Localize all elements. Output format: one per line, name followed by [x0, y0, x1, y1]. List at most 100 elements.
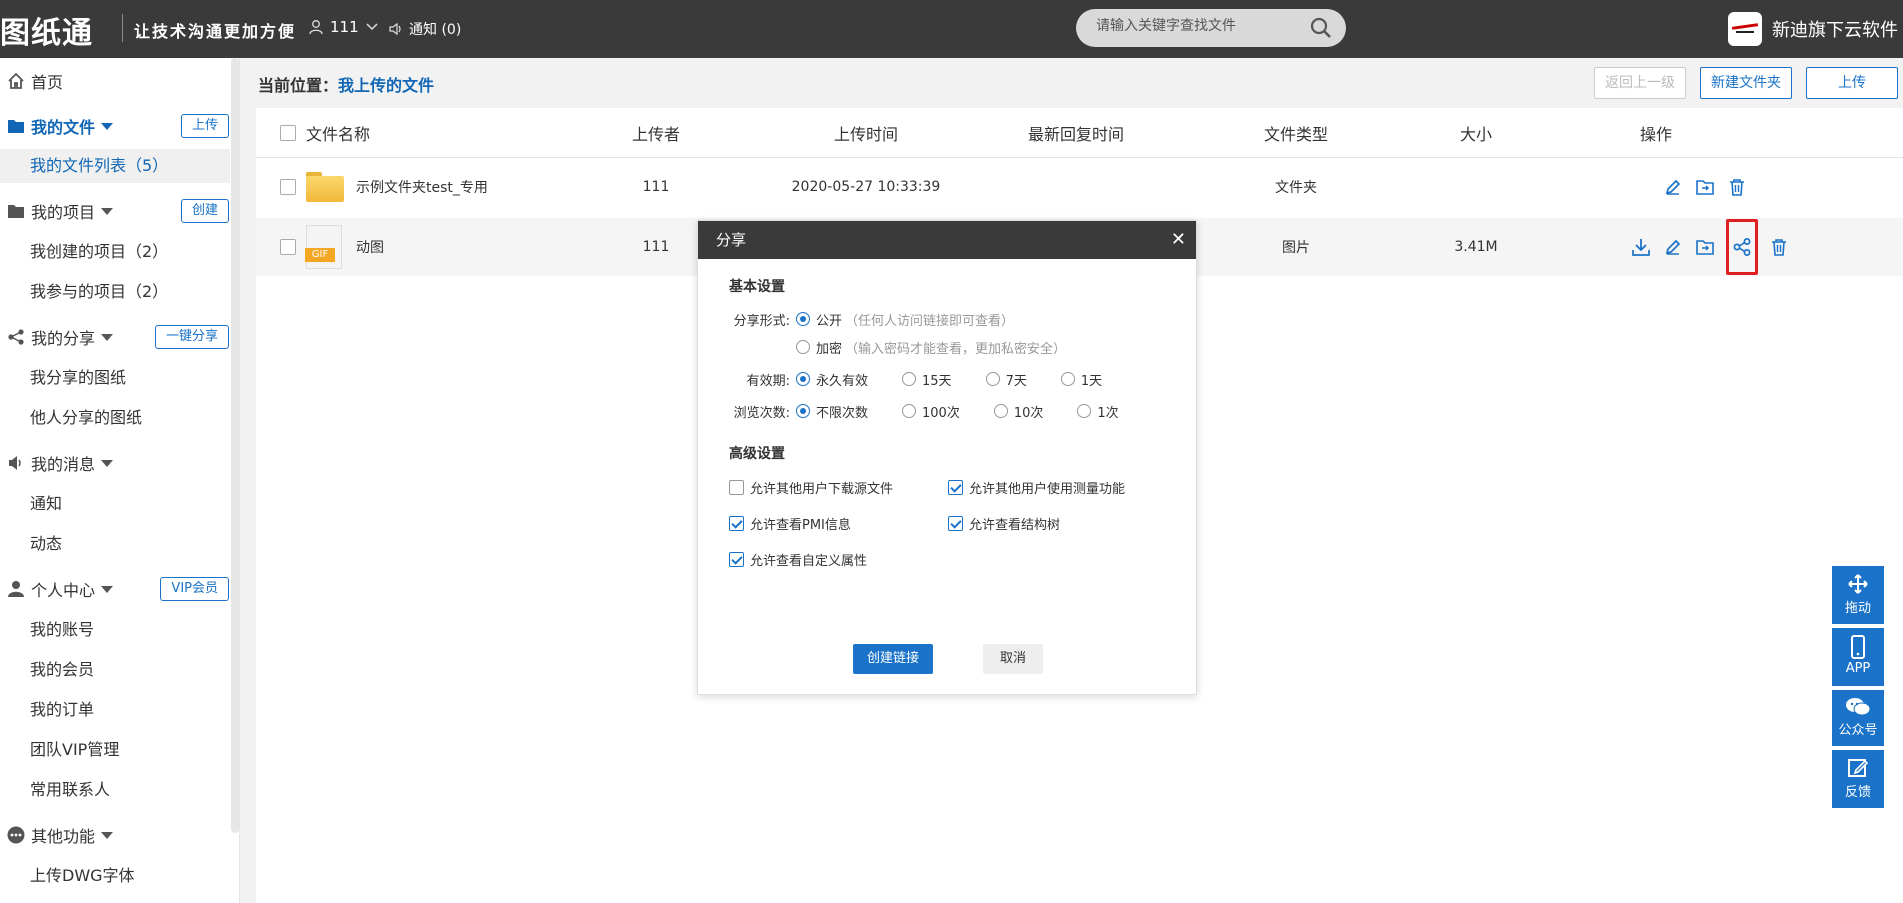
column-header[interactable]: 大小 [1416, 108, 1536, 157]
sidebar-create-button[interactable]: 创建 [180, 199, 229, 223]
radio-public[interactable]: 公开 （任何人访问链接即可查看） [796, 310, 1014, 329]
sidebar-item-team-vip[interactable]: 团队VIP管理 [0, 733, 230, 767]
notice-link[interactable]: 通知 (0) [388, 19, 461, 39]
sidebar-item-others-shared[interactable]: 他人分享的图纸 [0, 401, 230, 435]
close-icon[interactable]: ✕ [1171, 221, 1186, 259]
delete-icon[interactable] [1768, 236, 1790, 258]
checkbox-allow-custom-props[interactable]: 允许查看自定义属性 [729, 550, 867, 569]
file-name[interactable]: 动图 [356, 218, 384, 276]
float-wechat[interactable]: 公众号 [1832, 690, 1884, 746]
radio-views-unlimited[interactable]: 不限次数 [796, 402, 868, 421]
caret-down-icon [101, 459, 114, 467]
sidebar-item-my-shared[interactable]: 我分享的图纸 [0, 361, 230, 395]
file-name[interactable]: 示例文件夹test_专用 [356, 158, 488, 216]
checkbox-allow-measure[interactable]: 允许其他用户使用测量功能 [948, 478, 1125, 497]
new-folder-button[interactable]: 新建文件夹 [1700, 67, 1792, 99]
sidebar-item-account[interactable]: 我的账号 [0, 613, 230, 647]
back-button[interactable]: 返回上一级 [1594, 67, 1686, 99]
column-header[interactable]: 最新回复时间 [996, 108, 1156, 157]
sidebar-item-activity[interactable]: 动态 [0, 527, 230, 561]
row-checkbox[interactable] [280, 218, 296, 276]
move-icon[interactable] [1694, 176, 1716, 198]
wechat-icon [1846, 698, 1871, 716]
user-menu[interactable]: 111 [308, 18, 379, 36]
sidebar-item-contacts[interactable]: 常用联系人 [0, 773, 230, 807]
float-app[interactable]: APP [1832, 628, 1884, 686]
sidebar-item-other-functions[interactable]: 其他功能 [0, 820, 230, 850]
sidebar-item-orders[interactable]: 我的订单 [0, 693, 230, 727]
sidebar-item-notice[interactable]: 通知 [0, 487, 230, 521]
search-input[interactable] [1096, 18, 1296, 34]
move-arrows-icon [1848, 574, 1868, 594]
breadcrumb: 当前位置：我上传的文件 [258, 72, 434, 96]
sidebar-item-joined-projects[interactable]: 我参与的项目（2） [0, 275, 230, 309]
upload-button[interactable]: 上传 [1806, 67, 1898, 99]
radio-validity-15[interactable]: 15天 [902, 370, 952, 389]
sidebar-item-created-projects[interactable]: 我创建的项目（2） [0, 235, 230, 269]
sidebar-item-my-messages[interactable]: 我的消息 [0, 448, 230, 478]
float-drag[interactable]: 拖动 [1832, 566, 1884, 624]
cancel-button[interactable]: 取消 [983, 644, 1043, 674]
sidebar-item-file-list[interactable]: 我的文件列表（5） [0, 149, 230, 183]
notice-label: 通知 (0) [409, 22, 462, 38]
sidebar-quick-share-button[interactable]: 一键分享 [154, 325, 229, 349]
radio-label: 不限次数 [816, 405, 869, 421]
basic-settings-title: 基本设置 [729, 279, 785, 295]
chevron-down-icon [366, 23, 378, 31]
edit-icon[interactable] [1662, 176, 1684, 198]
column-header[interactable]: 文件类型 [1216, 108, 1376, 157]
logo-divider [122, 14, 123, 42]
radio-validity-permanent[interactable]: 永久有效 [796, 370, 868, 389]
float-label: 拖动 [1844, 601, 1871, 616]
search-box [1076, 9, 1346, 47]
sidebar-upload-button[interactable]: 上传 [180, 114, 229, 138]
float-feedback[interactable]: 反馈 [1832, 750, 1884, 808]
column-header[interactable]: 上传者 [606, 108, 706, 157]
brand-link[interactable]: 新迪旗下云软件 [1728, 12, 1898, 46]
move-icon[interactable] [1694, 236, 1716, 258]
checkbox-allow-tree[interactable]: 允许查看结构树 [948, 514, 1060, 533]
search-icon[interactable] [1310, 17, 1332, 39]
radio-validity-7[interactable]: 7天 [985, 370, 1027, 389]
checkbox-label: 允许查看自定义属性 [750, 554, 868, 569]
download-icon[interactable] [1630, 236, 1652, 258]
share-dialog: 分享 ✕ 基本设置 分享形式: 公开 （任何人访问链接即可查看） 加密 （输入密码才… [697, 220, 1197, 695]
radio-views-1[interactable]: 1次 [1077, 402, 1119, 421]
radio-views-10[interactable]: 10次 [993, 402, 1043, 421]
radio-views-100[interactable]: 100次 [902, 402, 960, 421]
sidebar: 首页 我的文件 上传 我的文件列表（5） 我的项目 创建 我创建的项目（2） 我… [0, 58, 240, 903]
column-header[interactable]: 文件名称 [306, 108, 370, 157]
checkbox-label: 允许其他用户下载源文件 [750, 482, 894, 497]
breadcrumb-current[interactable]: 我上传的文件 [338, 76, 434, 95]
slogan: 让技术沟通更加方便 [134, 22, 297, 41]
sidebar-item-membership[interactable]: 我的会员 [0, 653, 230, 687]
sidebar-scrollbar[interactable] [231, 58, 239, 833]
more-icon [5, 824, 27, 846]
advanced-settings-title: 高级设置 [729, 446, 785, 462]
select-all-checkbox[interactable] [280, 108, 296, 157]
row-checkbox[interactable] [280, 158, 296, 216]
sidebar-item-label: 我的项目 [31, 203, 96, 222]
validity-row: 有效期: 永久有效 15天 7天 1天 [698, 368, 1196, 390]
radio-validity-1[interactable]: 1天 [1060, 370, 1102, 389]
checkbox-allow-download[interactable]: 允许其他用户下载源文件 [729, 478, 893, 497]
share-icon[interactable] [1726, 219, 1758, 275]
sidebar-item-home[interactable]: 首页 [0, 66, 230, 96]
column-header[interactable]: 上传时间 [786, 108, 946, 157]
delete-icon[interactable] [1726, 176, 1748, 198]
phone-icon [1851, 635, 1865, 659]
share-form-row: 加密 （输入密码才能查看，更加私密安全） [698, 336, 1196, 358]
folder-icon [5, 200, 27, 222]
create-link-button[interactable]: 创建链接 [853, 644, 933, 674]
table-header: 文件名称 上传者 上传时间 最新回复时间 文件类型 大小 操作 [256, 108, 1903, 158]
radio-label: 15天 [922, 373, 952, 389]
table-row[interactable]: 示例文件夹test_专用 111 2020-05-27 10:33:39 文件夹 [256, 158, 1903, 216]
folder-icon [306, 158, 344, 216]
checkbox-allow-pmi[interactable]: 允许查看PMI信息 [729, 514, 851, 533]
edit-icon[interactable] [1662, 236, 1684, 258]
sidebar-item-upload-font[interactable]: 上传DWG字体 [0, 859, 230, 893]
sidebar-vip-button[interactable]: VIP会员 [160, 577, 229, 601]
gif-file-icon: GIF [305, 218, 342, 276]
radio-encrypted[interactable]: 加密 （输入密码才能查看，更加私密安全） [796, 338, 1066, 357]
app-logo[interactable]: 图纸通 [0, 8, 93, 52]
